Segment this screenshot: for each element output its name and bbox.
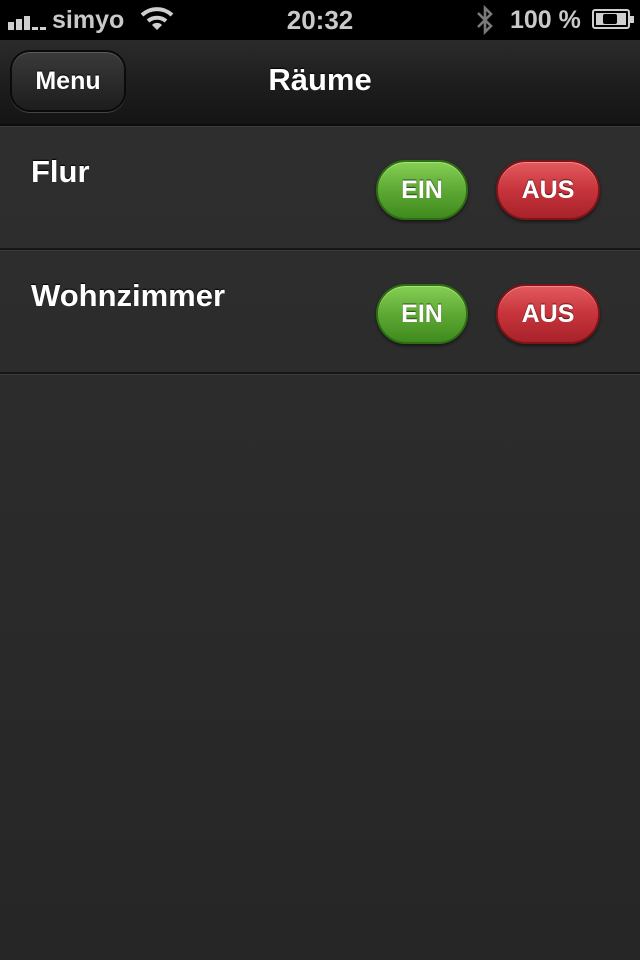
navigation-bar: Menu Räume — [0, 40, 640, 126]
battery-charging-icon — [592, 9, 634, 29]
wohnzimmer-on-button[interactable]: EIN — [376, 284, 468, 344]
flur-off-button[interactable]: AUS — [496, 160, 600, 220]
room-name: Wohnzimmer — [31, 278, 226, 313]
status-bar: simyo 20:32 100 % — [0, 0, 640, 40]
app-screen: simyo 20:32 100 % Menu Räume Flur EIN AU… — [0, 0, 640, 960]
room-list: Flur EIN AUS Wohnzimmer EIN AUS — [0, 126, 640, 374]
wohnzimmer-off-button[interactable]: AUS — [496, 284, 600, 344]
room-name: Flur — [31, 154, 90, 189]
page-title: Räume — [268, 62, 372, 97]
battery-percent: 100 % — [510, 6, 581, 34]
bluetooth-icon — [474, 4, 496, 43]
flur-on-button[interactable]: EIN — [376, 160, 468, 220]
room-row-wohnzimmer: Wohnzimmer EIN AUS — [0, 250, 640, 374]
room-row-flur: Flur EIN AUS — [0, 126, 640, 250]
